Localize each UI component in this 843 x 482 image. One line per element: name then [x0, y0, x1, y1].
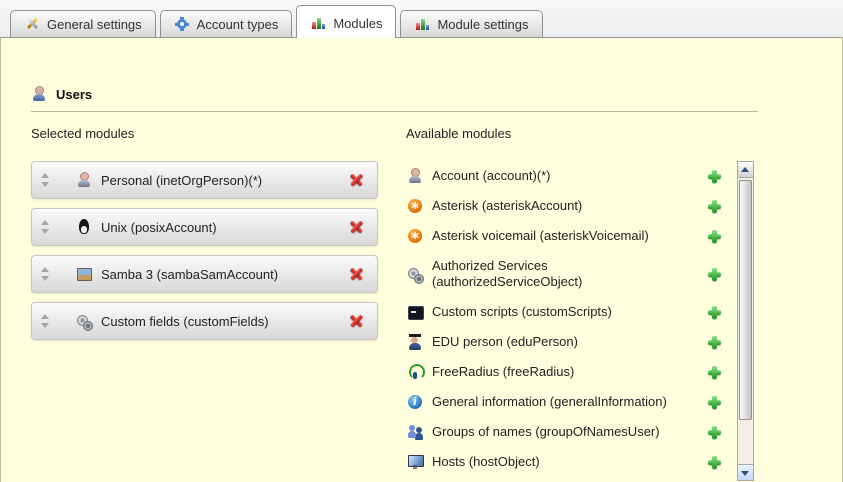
module-label: Custom fields (customFields): [101, 314, 348, 329]
module-label: Personal (inetOrgPerson)(*): [101, 173, 348, 188]
section-title: Users: [56, 87, 92, 102]
available-module-row: FreeRadius (freeRadius): [406, 357, 724, 387]
authorized-services-gears-icon: [407, 266, 423, 282]
tab-label: Module settings: [437, 17, 528, 32]
add-module-button[interactable]: [707, 267, 722, 282]
available-modules-heading: Available modules: [406, 126, 754, 141]
asterisk-voicemail-icon: [407, 228, 423, 244]
available-module-row: Asterisk (asteriskAccount): [406, 191, 724, 221]
hosts-monitor-icon: [407, 454, 423, 470]
users-section-header: Users: [31, 86, 758, 112]
selected-module-row[interactable]: Samba 3 (sambaSamAccount): [31, 255, 378, 293]
asterisk-icon: [407, 198, 423, 214]
add-module-button[interactable]: [707, 365, 722, 380]
add-module-button[interactable]: [707, 229, 722, 244]
custom-fields-gears-icon: [76, 313, 92, 329]
scrollbar-down-button[interactable]: [738, 464, 753, 480]
module-label: Account (account)(*): [432, 168, 701, 184]
tab-modules[interactable]: Modules: [296, 5, 396, 38]
module-label: Authorized Services (authorizedServiceOb…: [432, 258, 701, 290]
module-columns: Selected modules Personal (inetOrgPerson…: [29, 126, 814, 481]
selected-module-row[interactable]: Personal (inetOrgPerson)(*): [31, 161, 378, 199]
tab-label: General settings: [47, 17, 142, 32]
remove-module-button[interactable]: [348, 172, 365, 189]
users-icon: [31, 86, 47, 102]
available-module-row: Hosts (hostObject): [406, 447, 724, 477]
drag-handle-icon[interactable]: [41, 172, 50, 188]
remove-module-button[interactable]: [348, 219, 365, 236]
selected-module-row[interactable]: Custom fields (customFields): [31, 302, 378, 340]
tab-general-settings[interactable]: General settings: [10, 10, 156, 37]
module-label: Asterisk voicemail (asteriskVoicemail): [432, 228, 701, 244]
available-modules-list: Account (account)(*) Asterisk (asteriskA…: [406, 161, 754, 481]
selected-module-row[interactable]: Unix (posixAccount): [31, 208, 378, 246]
module-label: Asterisk (asteriskAccount): [432, 198, 701, 214]
module-label: EDU person (eduPerson): [432, 334, 701, 350]
available-module-row: Custom scripts (customScripts): [406, 297, 724, 327]
add-module-button[interactable]: [707, 305, 722, 320]
add-module-button[interactable]: [707, 395, 722, 410]
tab-account-types[interactable]: Account types: [160, 10, 293, 37]
available-module-row: Asterisk voicemail (asteriskVoicemail): [406, 221, 724, 251]
available-module-row: Authorized Services (authorizedServiceOb…: [406, 251, 724, 297]
edu-person-icon: [407, 334, 423, 350]
page-content: Users Selected modules Personal (inetOrg…: [0, 37, 843, 482]
scrollbar-up-button[interactable]: [738, 162, 753, 178]
tab-label: Modules: [333, 16, 382, 31]
selected-modules-heading: Selected modules: [31, 126, 378, 141]
available-modules-column: Available modules Account (account)(*) A…: [406, 126, 754, 481]
tab-bar: General settings Account types Modules M…: [0, 0, 843, 37]
remove-module-button[interactable]: [348, 313, 365, 330]
tab-label: Account types: [197, 17, 279, 32]
remove-module-button[interactable]: [348, 266, 365, 283]
account-person-icon: [407, 168, 423, 184]
available-module-row: Groups of names (groupOfNamesUser): [406, 417, 724, 447]
module-label: Custom scripts (customScripts): [432, 304, 701, 320]
scrollbar[interactable]: [737, 161, 754, 481]
add-module-button[interactable]: [707, 455, 722, 470]
module-label: Groups of names (groupOfNamesUser): [432, 424, 701, 440]
scrollbar-track[interactable]: [738, 178, 753, 464]
available-module-row: Account (account)(*): [406, 161, 724, 191]
unix-tux-icon: [76, 219, 92, 235]
add-module-button[interactable]: [707, 199, 722, 214]
chart-icon: [310, 15, 326, 31]
scrollbar-thumb[interactable]: [739, 180, 752, 420]
add-module-button[interactable]: [707, 169, 722, 184]
drag-handle-icon[interactable]: [41, 266, 50, 282]
groups-icon: [407, 424, 423, 440]
personal-module-icon: [76, 172, 92, 188]
drag-handle-icon[interactable]: [41, 313, 50, 329]
drag-handle-icon[interactable]: [41, 219, 50, 235]
samba-photo-icon: [76, 266, 92, 282]
module-label: Samba 3 (sambaSamAccount): [101, 267, 348, 282]
available-module-row: EDU person (eduPerson): [406, 327, 724, 357]
selected-modules-column: Selected modules Personal (inetOrgPerson…: [31, 126, 378, 481]
module-label: General information (generalInformation): [432, 394, 701, 410]
module-label: FreeRadius (freeRadius): [432, 364, 701, 380]
freeradius-icon: [407, 364, 423, 380]
chart-icon: [414, 16, 430, 32]
add-module-button[interactable]: [707, 425, 722, 440]
gear-icon: [174, 16, 190, 32]
wrench-icon: [24, 16, 40, 32]
module-label: Hosts (hostObject): [432, 454, 701, 470]
add-module-button[interactable]: [707, 335, 722, 350]
info-icon: [407, 394, 423, 410]
custom-scripts-terminal-icon: [407, 304, 423, 320]
available-module-row: General information (generalInformation): [406, 387, 724, 417]
tab-module-settings[interactable]: Module settings: [400, 10, 542, 37]
module-label: Unix (posixAccount): [101, 220, 348, 235]
